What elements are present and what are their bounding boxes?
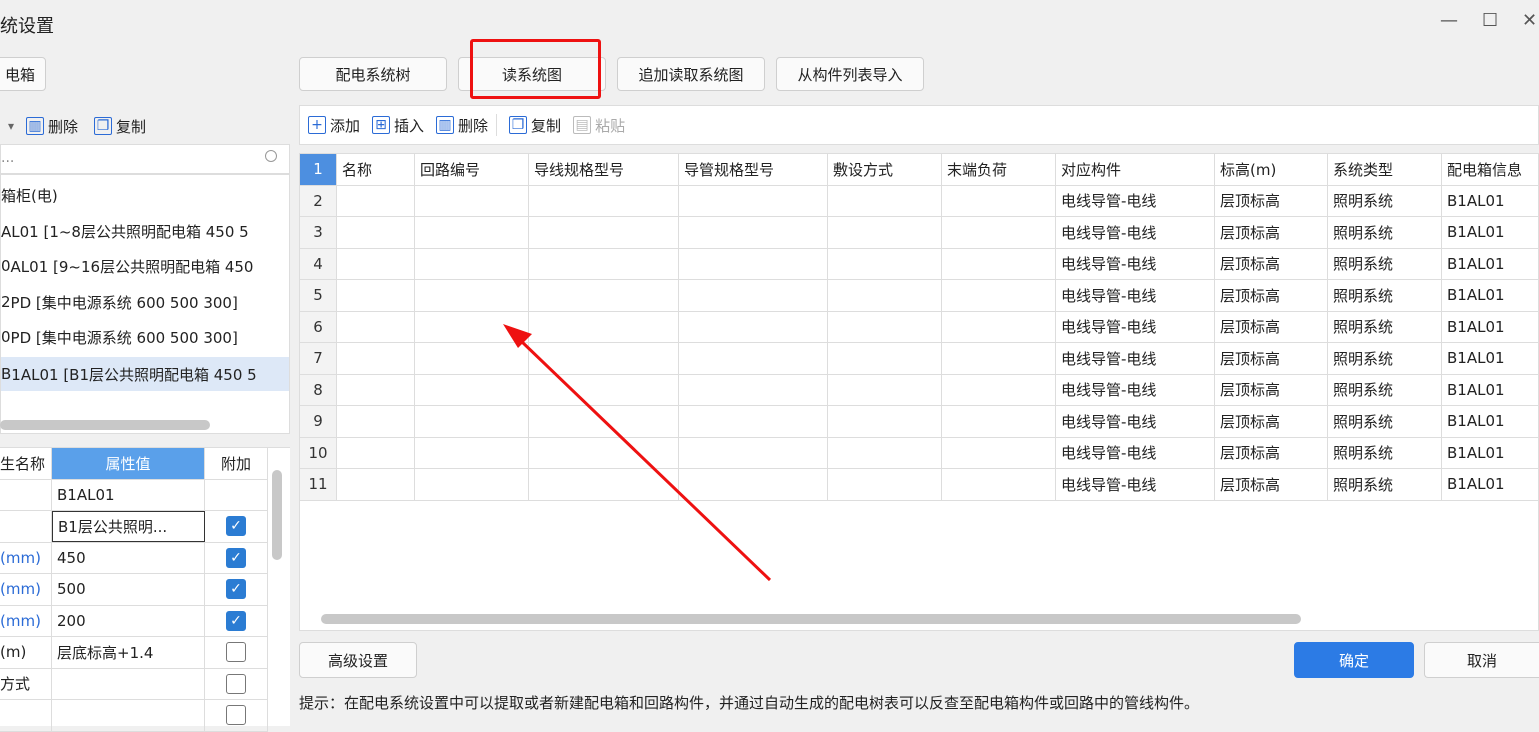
cancel-button[interactable]: 取消 [1424,642,1539,678]
annotation-arrow [503,324,772,582]
hint-text: 提示：在配电系统设置中可以提取或者新建配电箱和回路构件，并通过自动生成的配电树表… [299,694,1200,712]
advanced-settings-button[interactable]: 高级设置 [299,642,417,678]
dialog-window: 统设置 — ☐ ✕ 电箱 ▾ ▥ 删除 ❐ 复制 ... 箱柜(电) AL01 … [0,0,1539,732]
ok-button[interactable]: 确定 [1294,642,1414,678]
